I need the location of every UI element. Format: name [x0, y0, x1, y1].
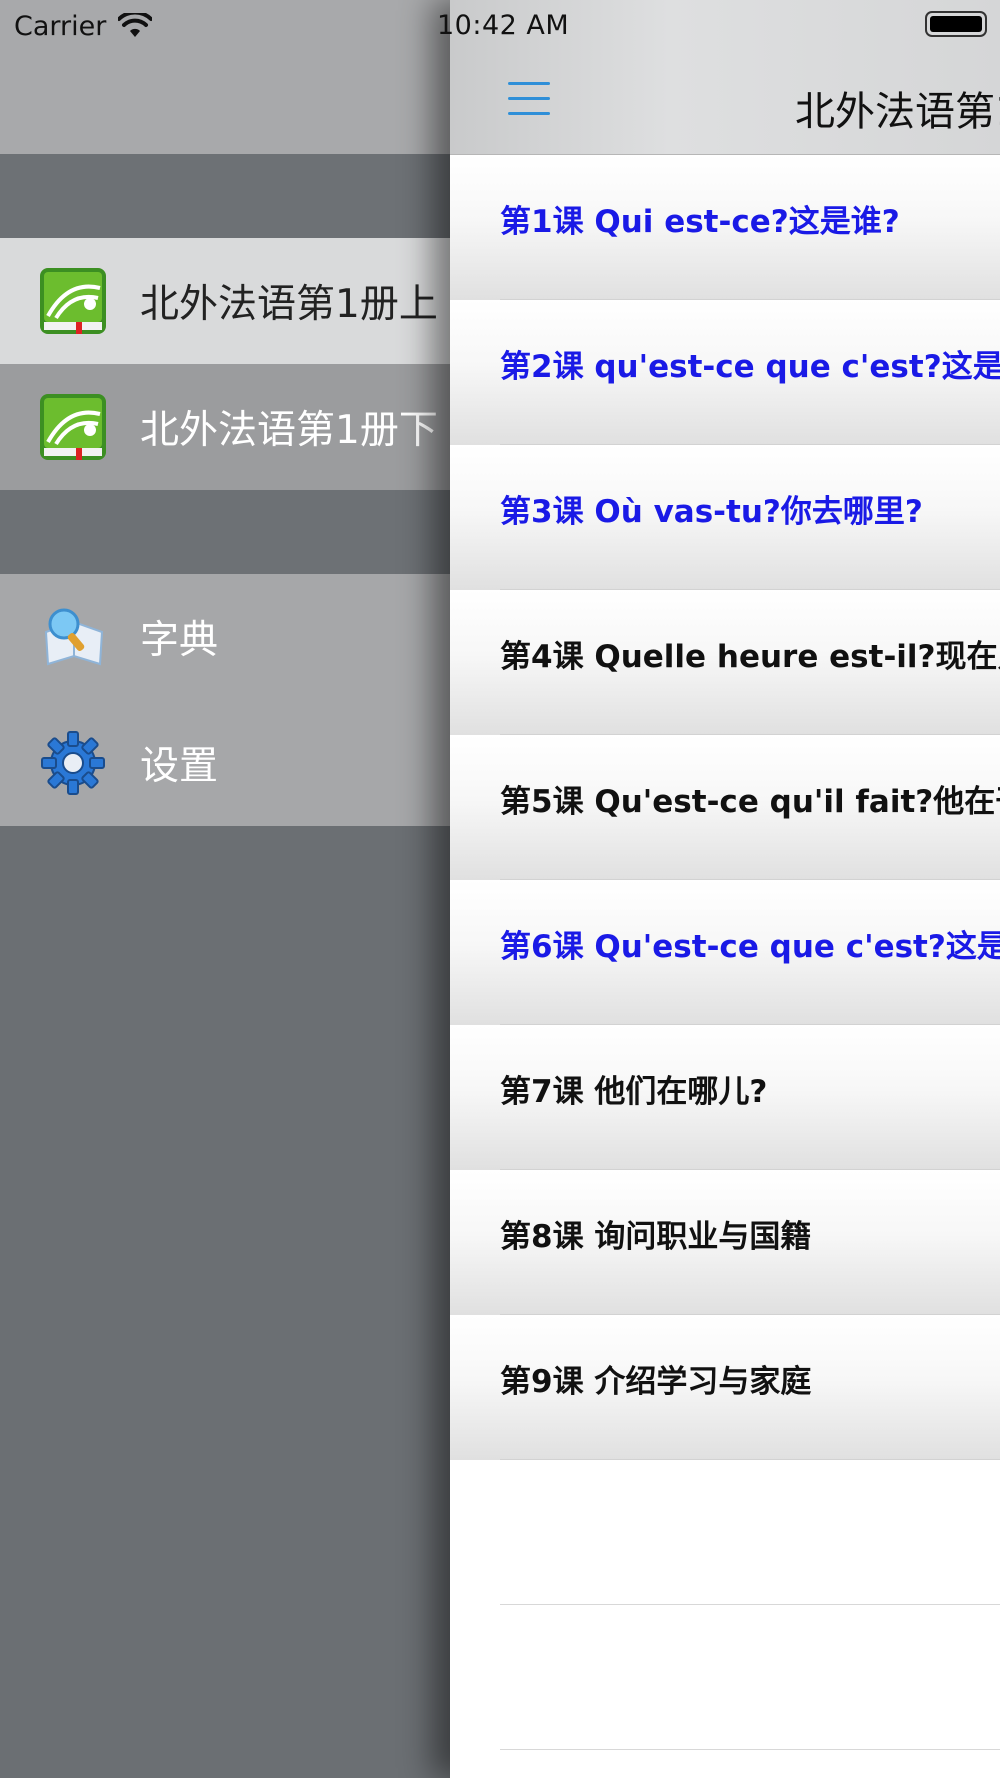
side-menu-item-settings[interactable]: 设置 — [0, 700, 450, 826]
lesson-row-4[interactable]: 第4课 Quelle heure est-il?现在几点? — [450, 590, 1000, 735]
lesson-row-1[interactable]: 第1课 Qui est-ce?这是谁? — [450, 155, 1000, 300]
gear-icon — [41, 731, 105, 795]
lesson-row-5[interactable]: 第5课 Qu'est-ce qu'il fait?他在干什么? — [450, 735, 1000, 880]
side-menu-item-label: 北外法语第1册上 — [140, 282, 438, 327]
side-menu-spacer — [0, 490, 450, 574]
hamburger-menu-icon[interactable] — [508, 82, 550, 116]
lesson-label: 第6课 Qu'est-ce que c'est?这是什么? — [500, 929, 1000, 965]
lesson-row-9[interactable]: 第9课 介绍学习与家庭 — [450, 1315, 1000, 1460]
battery-icon — [925, 11, 987, 37]
lesson-label: 第5课 Qu'est-ce qu'il fait?他在干什么? — [500, 784, 1000, 820]
status-bar-left: Carrier — [14, 6, 153, 46]
lesson-list: 第1课 Qui est-ce?这是谁? 第2课 qu'est-ce que c'… — [450, 155, 1000, 1750]
side-menu-item-dictionary[interactable]: 字典 — [0, 574, 450, 700]
lesson-label: 第8课 询问职业与国籍 — [500, 1219, 812, 1255]
side-menu-item-book-1-lower[interactable]: 北外法语第1册下 — [0, 364, 450, 490]
book-cover-icon — [40, 268, 106, 334]
lesson-label: 第3课 Où vas-tu?你去哪里? — [500, 494, 923, 530]
status-time: 10:42 AM — [437, 10, 570, 41]
empty-row — [450, 1460, 1000, 1605]
lesson-row-8[interactable]: 第8课 询问职业与国籍 — [450, 1170, 1000, 1315]
page-title: 北外法语第1册上 — [795, 89, 1000, 135]
side-menu-item-book-1-upper[interactable]: 北外法语第1册上 — [0, 238, 450, 364]
lesson-label: 第1课 Qui est-ce?这是谁? — [500, 204, 900, 240]
lesson-label: 第7课 他们在哪儿? — [500, 1074, 768, 1110]
book-cover-icon — [40, 394, 106, 460]
dictionary-search-icon — [44, 608, 104, 666]
lesson-label: 第9课 介绍学习与家庭 — [500, 1364, 812, 1400]
side-menu-spacer — [0, 154, 450, 238]
lesson-label: 第2课 qu'est-ce que c'est?这是什么? — [500, 349, 1000, 385]
carrier-label: Carrier — [14, 10, 107, 42]
lesson-row-2[interactable]: 第2课 qu'est-ce que c'est?这是什么? — [450, 300, 1000, 445]
side-menu-item-label: 设置 — [140, 744, 219, 789]
side-menu-item-label: 北外法语第1册下 — [140, 408, 438, 453]
wifi-icon — [118, 13, 153, 37]
side-menu-item-label: 字典 — [140, 618, 219, 663]
lesson-label: 第4课 Quelle heure est-il?现在几点? — [500, 639, 1000, 675]
main-panel: 北外法语第1册上 第1课 Qui est-ce?这是谁? 第2课 qu'est-… — [450, 0, 1000, 1778]
lesson-row-6[interactable]: 第6课 Qu'est-ce que c'est?这是什么? — [450, 880, 1000, 1025]
empty-row — [450, 1605, 1000, 1750]
lesson-row-3[interactable]: 第3课 Où vas-tu?你去哪里? — [450, 445, 1000, 590]
lesson-row-7[interactable]: 第7课 他们在哪儿? — [450, 1025, 1000, 1170]
